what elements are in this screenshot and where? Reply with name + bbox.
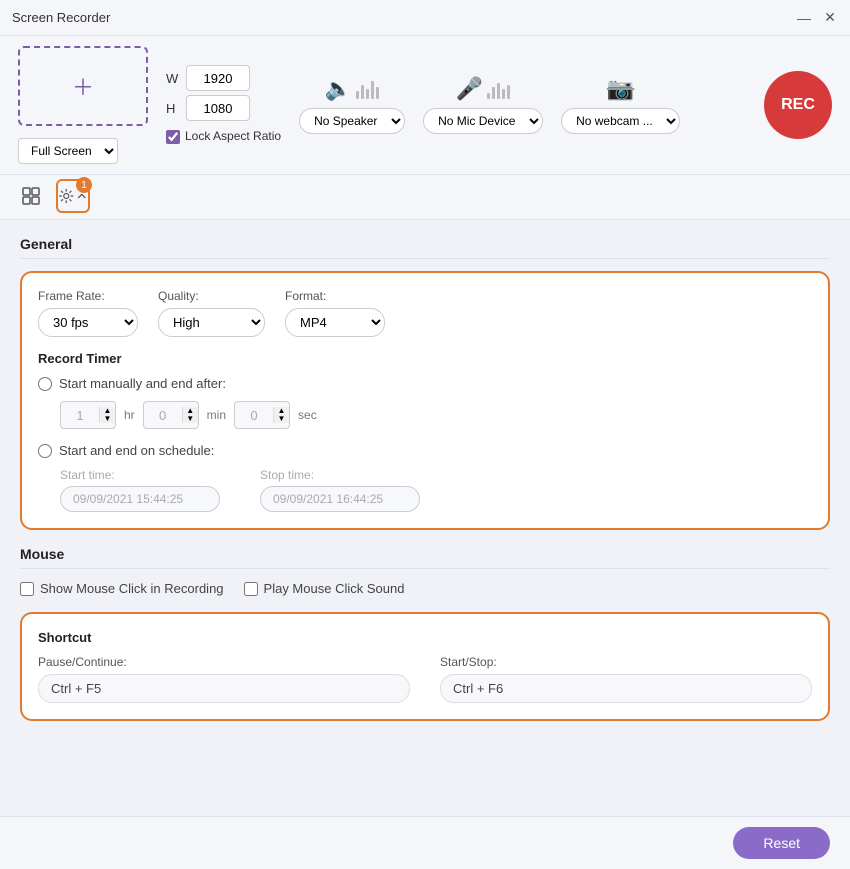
general-section-title: General <box>20 236 830 259</box>
format-select[interactable]: MP4 AVI MOV <box>285 308 385 337</box>
hr-unit-label: hr <box>124 408 135 422</box>
screen-select-area[interactable]: ＋ <box>18 46 148 126</box>
settings-icon <box>58 186 74 206</box>
play-sound-item: Play Mouse Click Sound <box>244 581 405 596</box>
stop-time-label: Stop time: <box>260 468 420 482</box>
start-manually-label: Start manually and end after: <box>59 376 226 391</box>
hr-spin: ▲ ▼ <box>99 407 115 423</box>
general-settings-box: Frame Rate: 30 fps 24 fps 60 fps Quality… <box>20 271 830 530</box>
show-mouse-click-checkbox[interactable] <box>20 582 34 596</box>
sec-input[interactable] <box>235 406 273 425</box>
sec-input-group: ▲ ▼ <box>234 401 290 429</box>
window-controls: — ✕ <box>796 10 838 26</box>
show-mouse-click-label: Show Mouse Click in Recording <box>40 581 224 596</box>
settings-button[interactable]: 1 <box>56 179 90 213</box>
mouse-section-title: Mouse <box>20 546 830 569</box>
stop-time-group: Stop time: <box>260 468 420 512</box>
shortcut-row: Pause/Continue: Start/Stop: <box>38 655 812 703</box>
record-timer-title: Record Timer <box>38 351 812 366</box>
webcam-group: 📷 No webcam ... <box>561 76 680 134</box>
start-schedule-radio[interactable] <box>38 444 52 458</box>
width-label: W <box>166 71 180 86</box>
start-time-group: Start time: <box>60 468 220 512</box>
webcam-dropdown[interactable]: No webcam ... <box>561 108 680 134</box>
footer: Reset <box>0 816 850 869</box>
height-label: H <box>166 101 180 116</box>
add-screen-icon: ＋ <box>72 70 94 102</box>
time-inputs-row: ▲ ▼ hr ▲ ▼ min ▲ ▼ sec <box>60 401 812 429</box>
lock-aspect-ratio-label: Lock Aspect Ratio <box>185 129 281 145</box>
play-mouse-sound-label: Play Mouse Click Sound <box>264 581 405 596</box>
frame-rate-group: Frame Rate: 30 fps 24 fps 60 fps <box>38 289 138 337</box>
stop-time-input[interactable] <box>260 486 420 512</box>
frame-rate-label: Frame Rate: <box>38 289 138 303</box>
reset-button[interactable]: Reset <box>733 827 830 859</box>
app-title: Screen Recorder <box>12 10 110 25</box>
start-time-input[interactable] <box>60 486 220 512</box>
width-input[interactable] <box>186 65 250 91</box>
content-area: General Frame Rate: 30 fps 24 fps 60 fps… <box>0 220 850 816</box>
play-mouse-sound-checkbox[interactable] <box>244 582 258 596</box>
schedule-time-row: Start time: Stop time: <box>60 468 812 512</box>
sec-down-btn[interactable]: ▼ <box>274 415 289 423</box>
quality-group: Quality: High Medium Low <box>158 289 265 337</box>
pause-continue-input[interactable] <box>38 674 410 703</box>
start-stop-input[interactable] <box>440 674 812 703</box>
pause-continue-label: Pause/Continue: <box>38 655 410 669</box>
mouse-section: Mouse Show Mouse Click in Recording Play… <box>20 546 830 596</box>
format-row: Frame Rate: 30 fps 24 fps 60 fps Quality… <box>38 289 812 337</box>
speaker-group: 🔈 No Speaker <box>299 76 405 134</box>
speaker-icon: 🔈 <box>325 76 352 102</box>
start-schedule-row: Start and end on schedule: <box>38 443 812 458</box>
hr-input[interactable] <box>61 406 99 425</box>
shortcut-title: Shortcut <box>38 630 812 645</box>
mouse-checkbox-row: Show Mouse Click in Recording Play Mouse… <box>20 581 830 596</box>
min-unit-label: min <box>207 408 226 422</box>
mic-bars <box>487 79 510 99</box>
shortcut-box: Shortcut Pause/Continue: Start/Stop: <box>20 612 830 721</box>
format-group: Format: MP4 AVI MOV <box>285 289 385 337</box>
start-time-label: Start time: <box>60 468 220 482</box>
start-schedule-label: Start and end on schedule: <box>59 443 214 458</box>
quality-label: Quality: <box>158 289 265 303</box>
speaker-bars <box>356 79 379 99</box>
minimize-button[interactable]: — <box>796 10 812 26</box>
settings-badge: 1 <box>76 177 92 193</box>
min-input-group: ▲ ▼ <box>143 401 199 429</box>
quality-select[interactable]: High Medium Low <box>158 308 265 337</box>
sec-unit-label: sec <box>298 408 317 422</box>
start-stop-group: Start/Stop: <box>440 655 812 703</box>
close-button[interactable]: ✕ <box>822 10 838 26</box>
sec-spin: ▲ ▼ <box>273 407 289 423</box>
lock-aspect-ratio-checkbox[interactable] <box>166 130 180 144</box>
show-click-item: Show Mouse Click in Recording <box>20 581 224 596</box>
fullscreen-dropdown[interactable]: Full Screen <box>18 138 118 164</box>
frame-rate-select[interactable]: 30 fps 24 fps 60 fps <box>38 308 138 337</box>
speaker-dropdown[interactable]: No Speaker <box>299 108 405 134</box>
start-stop-label: Start/Stop: <box>440 655 812 669</box>
height-input[interactable] <box>186 95 250 121</box>
min-spin: ▲ ▼ <box>182 407 198 423</box>
layout-icon <box>21 186 41 206</box>
webcam-icon: 📷 <box>607 76 634 102</box>
layout-icon-button[interactable] <box>14 179 48 213</box>
mic-dropdown[interactable]: No Mic Device <box>423 108 543 134</box>
rec-button[interactable]: REC <box>764 71 832 139</box>
second-toolbar: 1 <box>0 175 850 220</box>
mic-group: 🎤 No Mic Device <box>423 76 543 134</box>
mic-icon: 🎤 <box>456 76 483 102</box>
min-down-btn[interactable]: ▼ <box>183 415 198 423</box>
hr-down-btn[interactable]: ▼ <box>100 415 115 423</box>
main-toolbar: ＋ Full Screen W H Lock Aspect Ratio 🔈 <box>0 36 850 175</box>
start-manually-row: Start manually and end after: <box>38 376 812 391</box>
min-input[interactable] <box>144 406 182 425</box>
format-label: Format: <box>285 289 385 303</box>
pause-continue-group: Pause/Continue: <box>38 655 410 703</box>
hr-input-group: ▲ ▼ <box>60 401 116 429</box>
start-manually-radio[interactable] <box>38 377 52 391</box>
titlebar: Screen Recorder — ✕ <box>0 0 850 36</box>
